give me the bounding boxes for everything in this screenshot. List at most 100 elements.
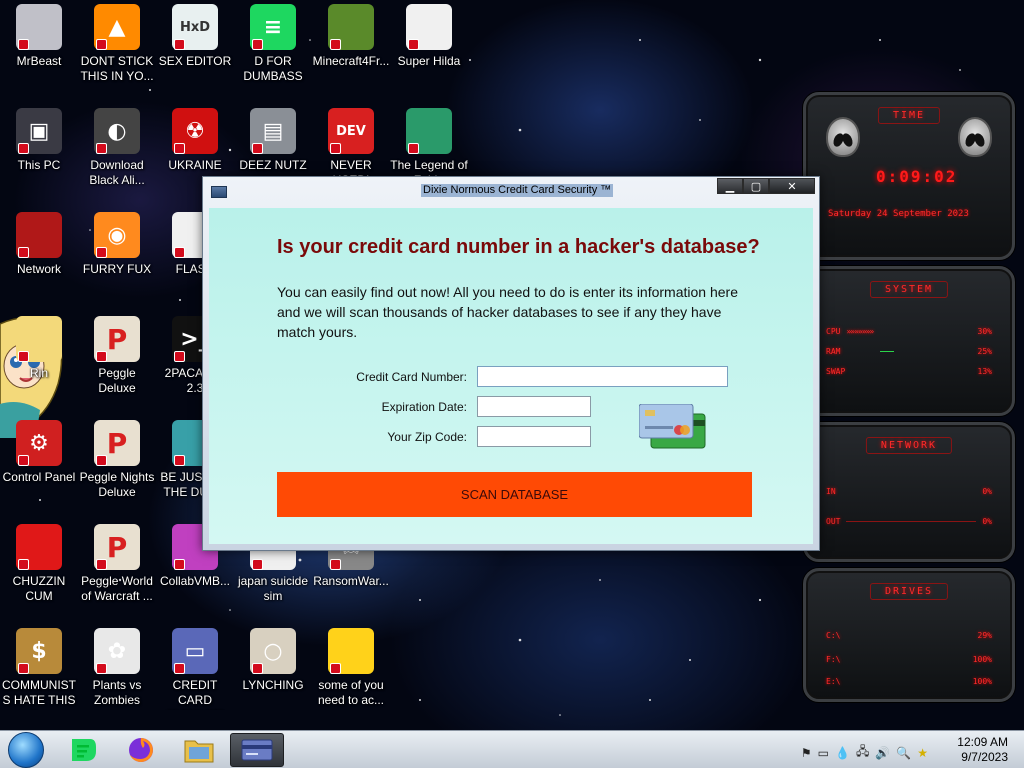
shortcut-arrow-icon: [18, 39, 29, 50]
star-icon[interactable]: ★: [917, 746, 928, 760]
maximize-button[interactable]: ▢: [743, 178, 769, 194]
gadget-system-panel: SYSTEM CPU »»»»»»» 30% RAM 25% SWAP 13%: [803, 266, 1015, 416]
desktop-icon-label: Download Black Ali...: [89, 158, 145, 187]
cpu-row: CPU »»»»»»» 30%: [826, 327, 992, 336]
net-in-label: IN: [826, 487, 836, 496]
desktop-icon[interactable]: MrBeast: [0, 0, 78, 100]
credit-card-security-window[interactable]: Dixie Normous Credit Card Security ™ ▁ ▢…: [202, 176, 820, 551]
alienware-system-gadget[interactable]: TIME 0:09:02 Saturday 24 September 2023 …: [795, 92, 1021, 704]
shortcut-arrow-icon: [252, 143, 263, 154]
desktop-icon-label: DONT STICK THIS IN YO...: [80, 54, 154, 83]
net-out-label: OUT: [826, 517, 841, 526]
desktop-icon-label: CREDIT CARD CHECKER: [166, 678, 225, 710]
shortcut-arrow-icon: [408, 143, 419, 154]
desktop-icon[interactable]: ▲ DONT STICK THIS IN YO...: [78, 0, 156, 100]
water-drop-icon[interactable]: 💧: [835, 746, 850, 760]
swap-row: SWAP 13%: [826, 367, 992, 376]
desktop-icon-label: japan suicide sim: [237, 574, 309, 603]
spotify-like-icon: ≡: [250, 4, 296, 50]
shortcut-arrow-icon: [330, 663, 341, 674]
desktop-icon-label: Super Hilda: [397, 54, 461, 68]
shortcut-arrow-icon: [252, 39, 263, 50]
desktop-icon[interactable]: P Peggle Nights Deluxe: [78, 416, 156, 516]
desktop-icon[interactable]: ○ LYNCHING: [234, 624, 312, 724]
credit-card-app-icon: [241, 739, 273, 761]
desktop-icon[interactable]: ◐ Download Black Ali...: [78, 104, 156, 204]
gadget-drives-panel: DRIVES C:\ 29% F:\ 100% E:\ 100%: [803, 568, 1015, 702]
desktop-icon[interactable]: $ COMMUNISTS HATE THIS G...: [0, 624, 78, 724]
drive-value: 29%: [977, 631, 992, 640]
gadget-system-title: SYSTEM: [869, 281, 949, 298]
chuzzle-icon: [16, 524, 62, 570]
desktop-icon-label: some of you need to ac...: [317, 678, 385, 707]
shortcut-arrow-icon: [174, 663, 185, 674]
desktop-icon-label: This PC: [17, 158, 61, 172]
shortcut-arrow-icon: [174, 455, 185, 466]
desktop-icon[interactable]: ▣ This PC: [0, 104, 78, 204]
shortcut-arrow-icon: [174, 351, 185, 362]
desktop-icon[interactable]: ✿ Plants vs Zombies: [78, 624, 156, 724]
desktop-icon[interactable]: Rin: [0, 312, 78, 412]
search-icon[interactable]: 🔍: [896, 746, 911, 760]
expiration-date-input[interactable]: [477, 396, 591, 417]
shortcut-arrow-icon: [330, 559, 341, 570]
beaver-icon: [328, 628, 374, 674]
card-number-input[interactable]: [477, 366, 728, 387]
taskbar-firefox-button[interactable]: [114, 733, 168, 767]
volume-icon[interactable]: 🔊: [875, 746, 890, 760]
ram-row: RAM 25%: [826, 347, 992, 356]
taskbar-clock[interactable]: 12:09 AM 9/7/2023: [957, 735, 1008, 765]
desktop-icon[interactable]: CHUZZIN CUM: [0, 520, 78, 620]
desktop-icon[interactable]: ≡ D FOR DUMBASS: [234, 0, 312, 100]
desktop-icon[interactable]: Network: [0, 208, 78, 308]
card-number-label: Credit Card Number:: [356, 370, 467, 384]
zip-code-input[interactable]: [477, 426, 591, 447]
alien-head-icon: [826, 117, 860, 157]
taskbar-spotify-button[interactable]: [56, 733, 110, 767]
firefox-icon: [129, 738, 153, 762]
desktop-icon[interactable]: Super Hilda: [390, 0, 468, 100]
window-titlebar[interactable]: Dixie Normous Credit Card Security ™ ▁ ▢…: [203, 177, 819, 205]
noose-icon: ○: [250, 628, 296, 674]
shortcut-arrow-icon: [18, 455, 29, 466]
pvz-plant-icon: ✿: [94, 628, 140, 674]
mrbeast-app-icon: [16, 4, 62, 50]
desktop-icon[interactable]: Minecraft4Fr...: [312, 0, 390, 100]
window-system-icon[interactable]: [211, 186, 227, 198]
drive-value: 100%: [972, 677, 992, 686]
desktop-icon[interactable]: some of you need to ac...: [312, 624, 390, 724]
page-heading: Is your credit card number in a hacker's…: [277, 236, 760, 258]
desktop-icon[interactable]: P Peggle World of Warcraft ...: [78, 520, 156, 620]
drive-name: C:\: [826, 631, 841, 640]
hxd-editor-icon: HxD: [172, 4, 218, 50]
peggle-icon: P: [94, 316, 140, 362]
taskbar-credit-card-app-button[interactable]: [230, 733, 284, 767]
pixel-hero-icon: [406, 108, 452, 154]
desktop-icon[interactable]: ◉ FURRY FUX: [78, 208, 156, 308]
start-button[interactable]: [8, 732, 44, 768]
flag-icon[interactable]: ⚑: [801, 746, 812, 760]
desktop-icon-label: Peggle World of Warcraft ...: [81, 574, 153, 603]
gadget-time-panel: TIME 0:09:02 Saturday 24 September 2023: [803, 92, 1015, 260]
window-client-area: Is your credit card number in a hacker's…: [209, 208, 813, 544]
shortcut-arrow-icon: [96, 247, 107, 258]
minimize-button[interactable]: ▁: [717, 178, 743, 194]
shield-icon[interactable]: ▭: [818, 746, 829, 760]
drive-name: E:\: [826, 677, 841, 686]
taskbar: ⚑ ▭ 💧 🖧 🔊 🔍 ★ 12:09 AM 9/7/2023: [0, 730, 1024, 768]
desktop-icon[interactable]: P Peggle Deluxe: [78, 312, 156, 412]
desktop-icon-label: SEX EDITOR: [158, 54, 232, 68]
close-button[interactable]: ✕: [769, 178, 815, 194]
desktop-icon-label: RansomWar...: [313, 574, 389, 588]
drive-row: C:\ 29%: [826, 631, 992, 640]
desktop-icon[interactable]: HxD SEX EDITOR: [156, 0, 234, 100]
taskbar-explorer-button[interactable]: [172, 733, 226, 767]
scan-database-button[interactable]: SCAN DATABASE: [277, 472, 752, 517]
desktop-icon[interactable]: ⚙ Control Panel: [0, 416, 78, 516]
shortcut-arrow-icon: [18, 559, 29, 570]
rin-icon: [16, 316, 62, 362]
desktop-icon[interactable]: ▭ CREDIT CARD CHECKER: [156, 624, 234, 724]
alien-head-icon: [958, 117, 992, 157]
network-icon[interactable]: 🖧: [856, 742, 869, 763]
desktop-icon-label: Control Panel: [2, 470, 76, 484]
